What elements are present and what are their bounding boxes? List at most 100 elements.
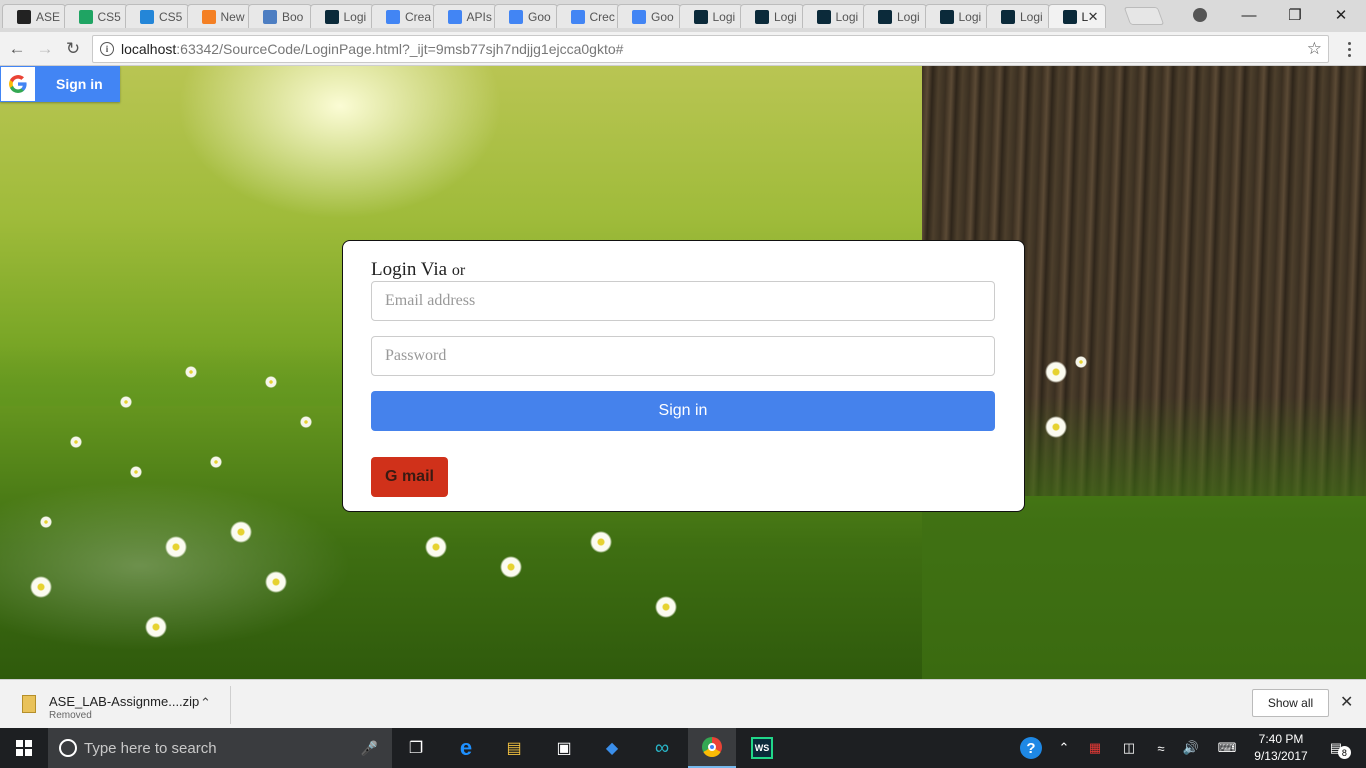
close-window-icon[interactable]: ✕ <box>1318 0 1364 30</box>
flower-decoration <box>265 376 277 388</box>
bootstrap-icon <box>263 9 277 24</box>
browser-tab[interactable]: Logi <box>740 4 804 28</box>
help-icon[interactable]: ? <box>1018 728 1044 768</box>
browser-tab[interactable]: Logi <box>801 4 866 28</box>
bookmark-star-icon[interactable]: ☆ <box>1307 39 1322 59</box>
task-view-icon[interactable]: ❐ <box>392 728 440 768</box>
browser-tab[interactable]: Logi <box>986 4 1050 28</box>
download-item[interactable]: ASE_LAB-Assignme....zip Removed ⌃ <box>14 686 231 724</box>
password-field[interactable] <box>371 336 995 376</box>
menu-icon[interactable] <box>1342 38 1356 60</box>
flower-decoration <box>300 416 312 428</box>
wifi-icon[interactable]: ≈ <box>1150 728 1172 768</box>
flower-decoration <box>30 576 52 598</box>
address-bar[interactable]: i localhost:63342/SourceCode/LoginPage.h… <box>92 35 1329 63</box>
arduino-icon[interactable]: ∞ <box>638 728 686 768</box>
back-icon[interactable]: ← <box>6 38 28 60</box>
minimize-icon[interactable]: — <box>1226 0 1272 30</box>
browser-tab[interactable]: L ✕ <box>1047 4 1106 28</box>
webstorm-icon <box>1062 9 1077 24</box>
tab-label: Logi <box>343 9 367 24</box>
flower-decoration <box>655 596 677 618</box>
browser-tab[interactable]: Boo <box>248 4 312 28</box>
url-path: :63342/SourceCode/LoginPage.html?_ijt=9m… <box>176 41 624 57</box>
sheets-icon <box>78 9 93 24</box>
reload-icon[interactable]: ↻ <box>62 38 84 60</box>
start-button[interactable] <box>0 728 48 768</box>
flower-decoration <box>590 531 612 553</box>
google-signin-button[interactable]: Sign in <box>0 66 120 102</box>
tab-label: Logi <box>774 9 797 24</box>
download-bar: ASE_LAB-Assignme....zip Removed ⌃ Show a… <box>0 679 1366 728</box>
maximize-icon[interactable]: ❐ <box>1272 0 1318 30</box>
flower-decoration <box>40 516 52 528</box>
notification-app-icon[interactable]: ▦ <box>1084 728 1106 768</box>
taskbar-clock[interactable]: 7:40 PM 9/13/2017 <box>1248 731 1314 765</box>
taskbar: Type here to search 🎤 ❐ e ▤ ▣ ◆ ∞ WS ? ⌃… <box>0 728 1366 768</box>
browser-tab[interactable]: Logi <box>309 4 374 28</box>
keyboard-icon[interactable]: ⌨ <box>1214 728 1240 768</box>
browser-tab[interactable]: Logi <box>924 4 989 28</box>
browser-tab[interactable]: ASE <box>2 4 66 28</box>
tab-label: New <box>220 9 245 24</box>
box-icon <box>140 9 154 24</box>
browser-tab[interactable]: CS5 <box>63 4 128 28</box>
info-icon[interactable]: i <box>100 42 114 56</box>
browser-tab[interactable]: Goo <box>617 4 681 28</box>
gmail-button[interactable]: G mail <box>371 457 448 497</box>
webstorm-icon <box>939 9 954 24</box>
forward-icon[interactable]: → <box>34 38 56 60</box>
browser-tab[interactable]: CS5 <box>125 4 189 28</box>
flower-decoration <box>165 536 187 558</box>
webstorm-icon <box>1001 9 1015 24</box>
browser-tab[interactable]: Crec <box>555 4 620 28</box>
flower-decoration <box>185 366 197 378</box>
signin-button[interactable]: Sign in <box>371 391 995 431</box>
tab-label: Goo <box>528 9 551 24</box>
flower-decoration <box>130 466 142 478</box>
microphone-icon[interactable]: 🎤 <box>361 740 378 757</box>
browser-tab[interactable]: Goo <box>494 4 558 28</box>
webstorm-icon[interactable]: WS <box>738 728 786 768</box>
flower-decoration <box>1045 361 1067 383</box>
browser-tab[interactable]: Logi <box>863 4 927 28</box>
email-field[interactable] <box>371 281 995 321</box>
chevron-up-icon[interactable]: ⌃ <box>200 695 211 711</box>
show-all-button[interactable]: Show all <box>1252 689 1329 717</box>
windows-logo-icon <box>16 740 32 756</box>
show-hidden-icons-chevron-icon[interactable]: ⌃ <box>1054 728 1074 768</box>
webstorm-icon <box>755 9 769 24</box>
stackoverflow-icon <box>201 9 216 24</box>
file-explorer-icon[interactable]: ▤ <box>490 728 538 768</box>
volume-icon[interactable]: 🔊 <box>1180 728 1202 768</box>
close-download-bar-icon[interactable]: ✕ <box>1340 692 1353 712</box>
flower-decoration <box>145 616 167 638</box>
new-tab-button[interactable] <box>1123 7 1165 25</box>
cortana-icon <box>59 739 77 757</box>
tab-label: ASE <box>36 9 61 24</box>
browser-tab[interactable]: APIs <box>432 4 497 28</box>
battery-icon[interactable]: ◫ <box>1118 728 1140 768</box>
taskbar-search[interactable]: Type here to search 🎤 <box>48 728 392 768</box>
profile-icon[interactable] <box>1190 5 1210 25</box>
browser-toolbar: ← → ↻ i localhost:63342/SourceCode/Login… <box>0 32 1366 66</box>
flower-decoration <box>70 436 82 448</box>
google-icon <box>570 9 585 24</box>
flower-decoration <box>210 456 222 468</box>
action-center-icon[interactable]: ▤ 8 <box>1320 728 1352 768</box>
dropbox-icon[interactable]: ◆ <box>588 728 636 768</box>
store-icon[interactable]: ▣ <box>540 728 588 768</box>
browser-tab[interactable]: New <box>186 4 251 28</box>
browser-tab[interactable]: Logi <box>678 4 743 28</box>
edge-icon[interactable]: e <box>442 728 490 768</box>
close-tab-icon[interactable]: ✕ <box>1088 9 1099 25</box>
chrome-icon[interactable] <box>688 728 736 768</box>
browser-tab[interactable]: Crea <box>371 4 435 28</box>
webstorm-icon <box>878 9 892 24</box>
flower-decoration <box>265 571 287 593</box>
tab-strip: ASE CS5 CS5 New Boo Logi Crea APIs Goo Crec Goo Log… <box>0 0 1366 32</box>
page-viewport: Sign in Login Via or Sign in G mail <box>0 66 1366 679</box>
tab-label: Crea <box>405 9 432 24</box>
tab-label: Logi <box>958 9 982 24</box>
tab-label: Boo <box>282 9 304 24</box>
